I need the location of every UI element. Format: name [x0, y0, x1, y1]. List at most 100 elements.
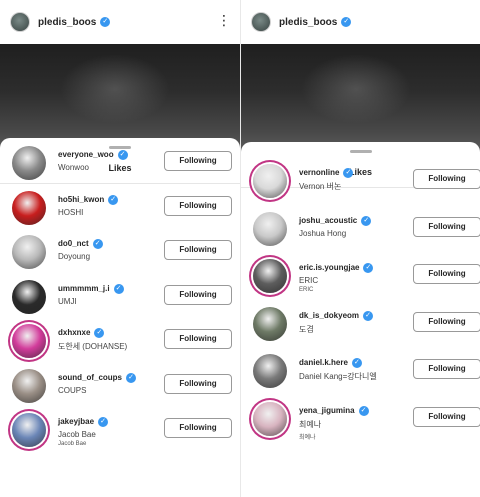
- verified-badge-icon: ✓: [126, 372, 137, 383]
- list-item[interactable]: vernonline ✓ Vernon 버논 Following: [241, 162, 480, 206]
- username[interactable]: daniel.k.here ✓: [299, 358, 377, 368]
- display-name: Doyoung: [58, 252, 91, 261]
- following-button[interactable]: Following: [164, 373, 232, 394]
- avatar[interactable]: [12, 235, 46, 269]
- verified-badge-icon: ✓: [92, 239, 103, 249]
- post-header: pledis_boos ✓: [241, 0, 480, 44]
- secondary-name: 최예나: [299, 434, 316, 441]
- verified-badge-icon: ✓: [108, 194, 119, 205]
- username-text: dxhxnxe: [58, 328, 91, 338]
- user-names: sound_of_coups ✓ COUPS: [58, 372, 137, 395]
- display-name: 도겸: [299, 324, 314, 334]
- verified-badge-icon: ✓: [363, 263, 374, 273]
- username[interactable]: dk_is_dokyeom ✓: [299, 310, 374, 321]
- post-header: pledis_boos ✓ ⋮: [0, 0, 240, 44]
- sheet-drag-handle[interactable]: [349, 150, 372, 153]
- display-name: COUPS: [58, 385, 87, 395]
- username-text: jakeyjbae: [58, 417, 95, 427]
- username[interactable]: yena_jigumina ✓: [299, 405, 369, 416]
- account-avatar[interactable]: [251, 12, 271, 32]
- avatar[interactable]: [253, 164, 287, 198]
- list-item[interactable]: do0_nct ✓ Doyoung Following: [0, 233, 240, 277]
- verified-badge-icon: ✓: [358, 405, 369, 416]
- list-item[interactable]: eric.is.youngjae ✓ ERIC ERIC Following: [241, 257, 480, 301]
- username-text: daniel.k.here: [299, 358, 348, 368]
- verified-badge-icon: ✓: [343, 168, 354, 178]
- list-item[interactable]: dxhxnxe ✓ 도한세 (DOHANSE) Following: [0, 322, 240, 366]
- avatar[interactable]: [253, 354, 287, 388]
- verified-badge-icon: ✓: [117, 150, 128, 160]
- username[interactable]: dxhxnxe ✓: [58, 328, 127, 338]
- following-button[interactable]: Following: [413, 359, 480, 379]
- avatar[interactable]: [12, 368, 46, 403]
- username[interactable]: everyone_woo ✓: [58, 150, 128, 160]
- likes-sheet: Likes vernonline ✓ Vernon 버논 Following joshu…: [241, 142, 480, 497]
- list-item[interactable]: yena_jigumina ✓ 최예나 최예나 Following: [241, 400, 480, 444]
- verified-badge-icon: ✓: [351, 358, 362, 368]
- list-item[interactable]: jakeyjbae ✓ Jacob Bae Jacob Bae Following: [0, 411, 240, 455]
- display-name: UMJI: [58, 296, 77, 306]
- avatar[interactable]: [253, 211, 287, 246]
- user-names: eric.is.youngjae ✓ ERIC ERIC: [299, 263, 374, 293]
- avatar[interactable]: [253, 401, 287, 436]
- user-names: yena_jigumina ✓ 최예나 최예나: [299, 405, 369, 441]
- following-button[interactable]: Following: [164, 195, 232, 216]
- avatar[interactable]: [12, 413, 46, 447]
- list-item[interactable]: joshu_acoustic ✓ Joshua Hong Following: [241, 210, 480, 254]
- following-button[interactable]: Following: [413, 406, 480, 427]
- display-name: ERIC: [299, 276, 319, 285]
- following-button[interactable]: Following: [164, 329, 232, 349]
- username-text: joshu_acoustic: [299, 215, 358, 225]
- avatar[interactable]: [12, 279, 46, 314]
- username[interactable]: jakeyjbae ✓: [58, 417, 109, 427]
- username-text: eric.is.youngjae: [299, 263, 360, 273]
- following-button[interactable]: Following: [164, 151, 232, 171]
- verified-badge-icon: ✓: [363, 310, 374, 321]
- avatar[interactable]: [12, 324, 46, 358]
- secondary-name: Jacob Bae: [58, 441, 87, 447]
- following-button[interactable]: Following: [413, 216, 480, 237]
- user-names: do0_nct ✓ Doyoung: [58, 239, 103, 261]
- account-avatar[interactable]: [10, 12, 30, 32]
- user-names: vernonline ✓ Vernon 버논: [299, 168, 354, 192]
- avatar[interactable]: [253, 306, 287, 341]
- avatar[interactable]: [12, 190, 46, 225]
- display-name: 도한세 (DOHANSE): [58, 342, 128, 351]
- username-text: sound_of_coups: [58, 372, 123, 382]
- username-text: ho5hi_kwon: [58, 194, 105, 204]
- username[interactable]: ummmmm_j.i ✓: [58, 283, 124, 294]
- verified-badge-icon: ✓: [361, 215, 372, 226]
- left-screenshot: pledis_boos ✓ ⋮ Likes everyone_woo ✓ Wonwo…: [0, 0, 240, 497]
- username[interactable]: sound_of_coups ✓: [58, 372, 137, 383]
- user-names: joshu_acoustic ✓ Joshua Hong: [299, 215, 372, 238]
- following-button[interactable]: Following: [164, 418, 232, 438]
- list-item[interactable]: daniel.k.here ✓ Daniel Kang=강다니엘 Following: [241, 352, 480, 396]
- verified-badge-icon: ✓: [341, 17, 352, 27]
- username[interactable]: vernonline ✓: [299, 168, 354, 178]
- following-button[interactable]: Following: [164, 284, 232, 305]
- user-names: jakeyjbae ✓ Jacob Bae Jacob Bae: [58, 417, 109, 447]
- username-text: do0_nct: [58, 239, 89, 249]
- user-names: daniel.k.here ✓ Daniel Kang=강다니엘: [299, 358, 377, 382]
- list-item[interactable]: sound_of_coups ✓ COUPS Following: [0, 367, 240, 411]
- following-button[interactable]: Following: [413, 311, 480, 332]
- following-button[interactable]: Following: [413, 169, 480, 189]
- username[interactable]: eric.is.youngjae ✓: [299, 263, 374, 273]
- avatar[interactable]: [12, 146, 46, 180]
- more-vertical-icon[interactable]: ⋮: [217, 12, 231, 29]
- username[interactable]: ho5hi_kwon ✓: [58, 194, 119, 205]
- display-name: HOSHI: [58, 207, 84, 217]
- username[interactable]: joshu_acoustic ✓: [299, 215, 372, 226]
- list-item[interactable]: dk_is_dokyeom ✓ 도겸 Following: [241, 305, 480, 349]
- list-item[interactable]: ho5hi_kwon ✓ HOSHI Following: [0, 189, 240, 233]
- verified-badge-icon: ✓: [113, 283, 124, 294]
- display-name: Jacob Bae: [58, 430, 96, 439]
- account-username[interactable]: pledis_boos: [38, 17, 96, 28]
- account-username[interactable]: pledis_boos: [279, 17, 337, 28]
- following-button[interactable]: Following: [413, 264, 480, 284]
- avatar[interactable]: [253, 259, 287, 293]
- list-item[interactable]: everyone_woo ✓ Wonwoo Following: [0, 144, 240, 188]
- following-button[interactable]: Following: [164, 240, 232, 260]
- username[interactable]: do0_nct ✓: [58, 239, 103, 249]
- list-item[interactable]: ummmmm_j.i ✓ UMJI Following: [0, 278, 240, 322]
